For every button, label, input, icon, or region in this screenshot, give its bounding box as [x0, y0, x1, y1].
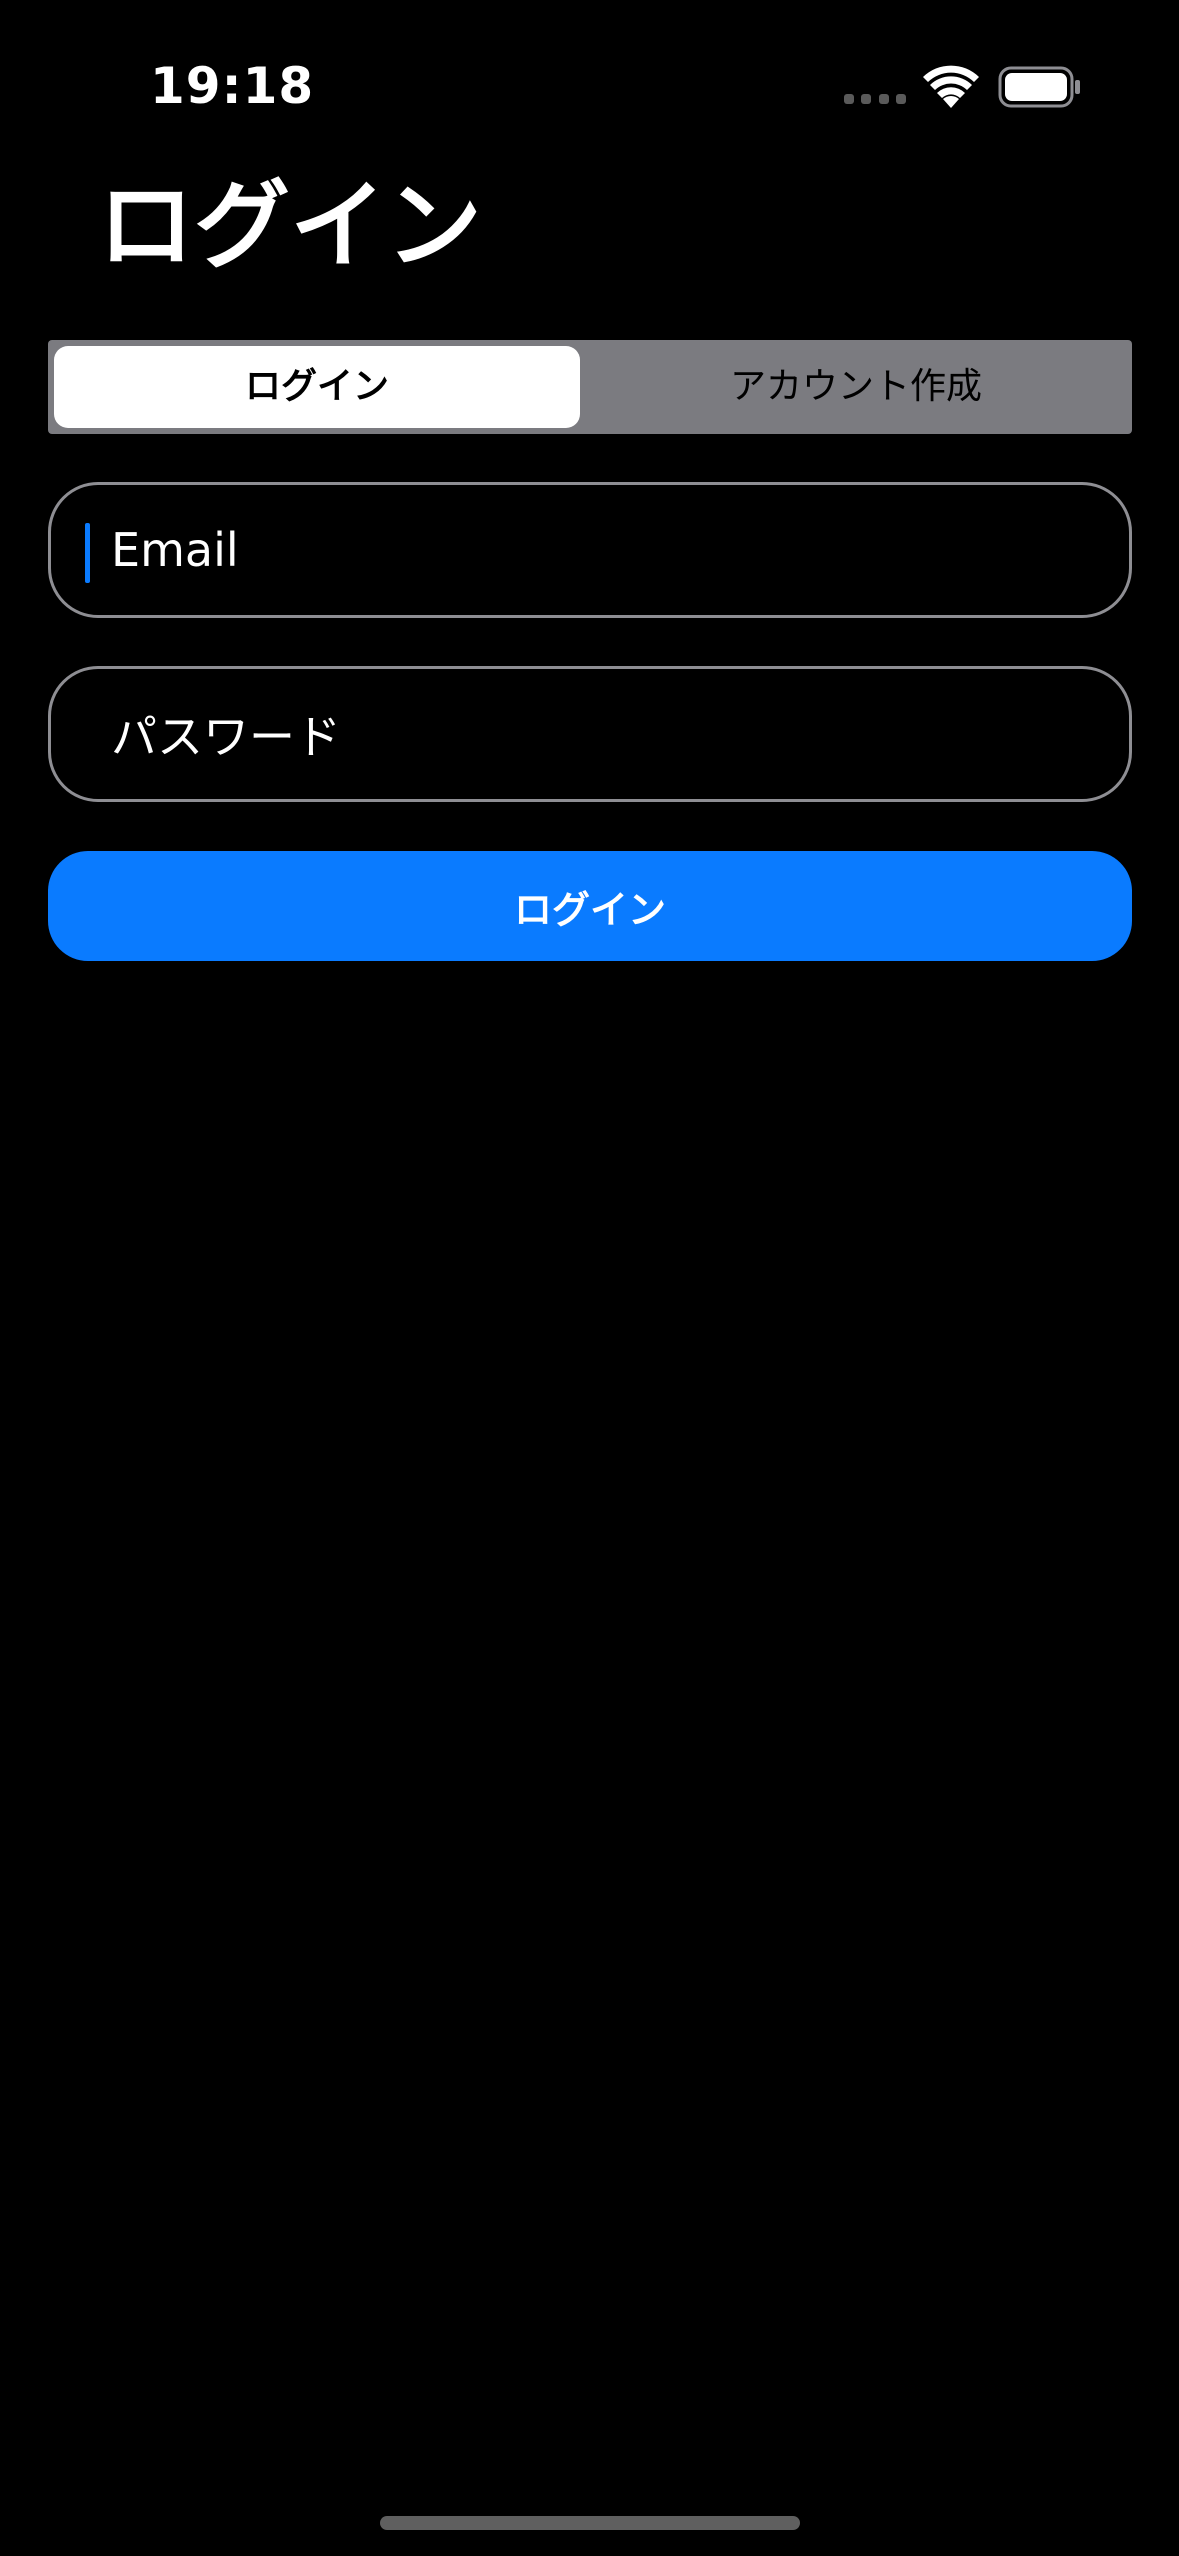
wifi-icon — [923, 65, 979, 108]
cellular-signal-icon — [844, 94, 906, 106]
login-button[interactable]: ログイン — [48, 851, 1132, 961]
email-placeholder: Email — [111, 523, 239, 577]
home-indicator[interactable] — [380, 2516, 800, 2530]
text-cursor — [85, 523, 90, 583]
login-mode-segmented-control: ログイン アカウント作成 — [48, 340, 1132, 434]
password-field[interactable]: パスワード — [48, 666, 1132, 802]
battery-icon — [998, 66, 1080, 108]
status-bar-time: 19:18 — [150, 57, 315, 115]
email-field[interactable]: Email — [48, 482, 1132, 618]
page-title: ログイン — [98, 170, 482, 282]
segment-create-account[interactable]: アカウント作成 — [586, 346, 1126, 428]
segment-login[interactable]: ログイン — [54, 346, 580, 428]
password-placeholder: パスワード — [111, 710, 341, 764]
